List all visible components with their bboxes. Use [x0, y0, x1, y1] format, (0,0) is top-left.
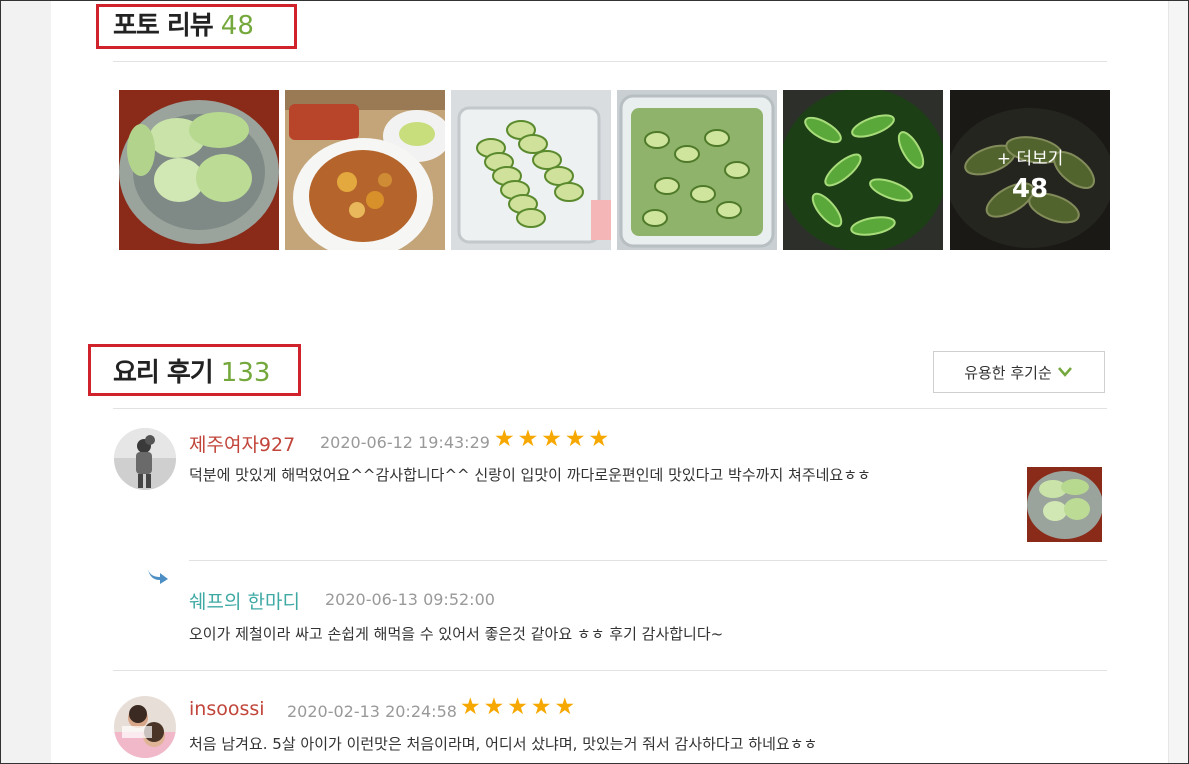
review-nickname[interactable]: 제주여자927: [189, 430, 295, 457]
sort-label: 유용한 후기순: [964, 363, 1052, 382]
divider: [113, 61, 1107, 62]
review-text: 덕분에 맛있게 해먹었어요^^감사합니다^^ 신랑이 입맛이 까다로운편인데 맛…: [189, 466, 871, 484]
chef-reply-date: 2020-06-13 09:52:00: [325, 590, 495, 609]
review-date: 2020-02-13 20:24:58: [287, 702, 457, 721]
divider: [113, 408, 1107, 409]
highlight-box-cooking-review: [88, 344, 301, 396]
review-photo[interactable]: [1027, 467, 1102, 542]
cucumber-pot-image: [783, 90, 943, 250]
cucumber-plate-image: [119, 90, 279, 250]
more-photos-count: 48: [1011, 174, 1049, 204]
review-text: 처음 남겨요. 5살 아이가 이런맛은 처음이라며, 어디서 샀냐며, 맛있는거…: [189, 735, 818, 753]
photo-thumbnail[interactable]: [119, 90, 279, 250]
photo-thumbnail[interactable]: [783, 90, 943, 250]
review-nickname[interactable]: insoossi: [189, 698, 265, 720]
scrollbar-track[interactable]: [1168, 0, 1188, 764]
divider: [113, 670, 1107, 671]
sort-dropdown-button[interactable]: 유용한 후기순: [933, 351, 1105, 393]
photo-thumbnail[interactable]: [451, 90, 611, 250]
avatar[interactable]: [114, 428, 176, 490]
sliced-cucumber-container-image: [451, 90, 611, 250]
review-date: 2020-06-12 19:43:29: [320, 433, 490, 452]
star-rating: ★★★★★: [460, 694, 579, 720]
left-background: [1, 0, 51, 764]
reply-arrow-icon: [148, 569, 168, 584]
divider: [189, 560, 1107, 561]
chef-reply-author: 쉐프의 한마디: [189, 591, 300, 613]
curry-bowl-image: [285, 90, 445, 250]
avatar[interactable]: [114, 696, 176, 758]
more-photos-label: + 더보기: [996, 149, 1064, 169]
cucumber-salad-container-image: [617, 90, 777, 250]
chef-reply-text: 오이가 제철이라 싸고 손쉽게 해먹을 수 있어서 좋은것 같아요 ㅎㅎ 후기 …: [189, 625, 724, 643]
chevron-down-icon: [1057, 367, 1072, 377]
photo-thumbnail-more[interactable]: + 더보기 48: [950, 90, 1110, 250]
photo-thumbnail[interactable]: [285, 90, 445, 250]
star-rating: ★★★★★: [494, 426, 613, 452]
photo-thumbnail[interactable]: [617, 90, 777, 250]
highlight-box-photo-review: [96, 4, 297, 49]
more-photos-overlay[interactable]: + 더보기 48: [950, 90, 1110, 250]
